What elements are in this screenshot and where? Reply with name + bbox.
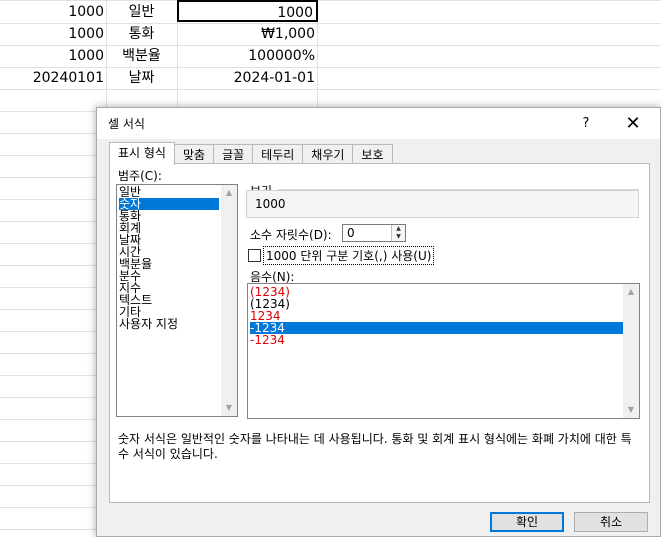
spin-down-icon[interactable]: ▼ <box>392 233 405 241</box>
cell-value[interactable]: 20240101 <box>0 67 104 89</box>
category-listbox[interactable]: 일반 숫자 통화 회계 날짜 시간 백분율 분수 지수 텍스트 기타 사용자 지… <box>116 184 238 417</box>
decimal-places-value[interactable]: 0 <box>347 226 355 240</box>
thousands-separator-checkbox[interactable] <box>248 249 261 262</box>
cell-type[interactable]: 백분율 <box>106 45 177 67</box>
negative-scrollbar[interactable]: ▲ ▼ <box>623 284 639 418</box>
negative-numbers-listbox[interactable]: (1234) (1234) 1234 -1234 -1234 ▲ ▼ <box>247 283 640 419</box>
category-item[interactable]: 사용자 지정 <box>119 318 178 330</box>
dialog-titlebar[interactable]: 셀 서식 ? ✕ <box>97 108 660 139</box>
cell-value[interactable]: 1000 <box>0 23 104 45</box>
cell-type[interactable]: 날짜 <box>106 67 177 89</box>
active-cell[interactable]: 1000 <box>177 0 318 22</box>
cell-formatted[interactable]: 2024-01-01 <box>177 67 315 89</box>
decimal-places-label: 소수 자릿수(D): <box>250 228 332 242</box>
tab-border[interactable]: 테두리 <box>252 144 304 165</box>
decimal-places-spinner[interactable]: 0 ▲ ▼ <box>342 224 406 242</box>
category-label: 범주(C): <box>118 169 162 183</box>
negative-option[interactable]: -1234 <box>250 334 285 346</box>
spinner-buttons[interactable]: ▲ ▼ <box>391 225 405 241</box>
gridline <box>0 89 661 90</box>
close-button[interactable]: ✕ <box>615 112 651 136</box>
scroll-up-icon[interactable]: ▲ <box>221 185 237 201</box>
thousands-separator-label[interactable]: 1000 단위 구분 기호(,) 사용(U) <box>263 246 435 265</box>
cell-formatted[interactable]: 100000% <box>177 45 315 67</box>
tab-protection[interactable]: 보호 <box>352 144 393 165</box>
negative-option-selected[interactable]: -1234 <box>250 322 623 334</box>
tab-number[interactable]: 표시 형식 <box>109 142 175 165</box>
scroll-up-icon[interactable]: ▲ <box>623 284 639 300</box>
preview-value: 1000 <box>255 197 286 211</box>
tab-alignment[interactable]: 맞춤 <box>173 144 215 165</box>
help-button[interactable]: ? <box>568 112 604 136</box>
ok-button[interactable]: 확인 <box>490 512 564 532</box>
scroll-down-icon[interactable]: ▼ <box>623 402 639 418</box>
format-description: 숫자 서식은 일반적인 숫자를 나타내는 데 사용됩니다. 통화 및 회계 표시… <box>118 432 632 461</box>
category-scrollbar[interactable]: ▲ ▼ <box>221 185 237 416</box>
tab-font[interactable]: 글꼴 <box>213 144 254 165</box>
preview-box: 1000 <box>246 190 639 218</box>
dialog-title: 셀 서식 <box>108 117 145 131</box>
cell-formatted[interactable]: ₩1,000 <box>177 23 315 45</box>
cell-value[interactable]: 1000 <box>0 1 104 23</box>
tab-fill[interactable]: 채우기 <box>302 144 354 165</box>
cell-type[interactable]: 통화 <box>106 23 177 45</box>
cell-type[interactable]: 일반 <box>106 1 177 23</box>
tab-bar: 표시 형식 맞춤 글꼴 테두리 채우기 보호 <box>109 142 393 165</box>
spin-up-icon[interactable]: ▲ <box>392 225 405 233</box>
cell-value[interactable]: 1000 <box>0 45 104 67</box>
cancel-button[interactable]: 취소 <box>574 512 648 532</box>
scroll-down-icon[interactable]: ▼ <box>221 400 237 416</box>
